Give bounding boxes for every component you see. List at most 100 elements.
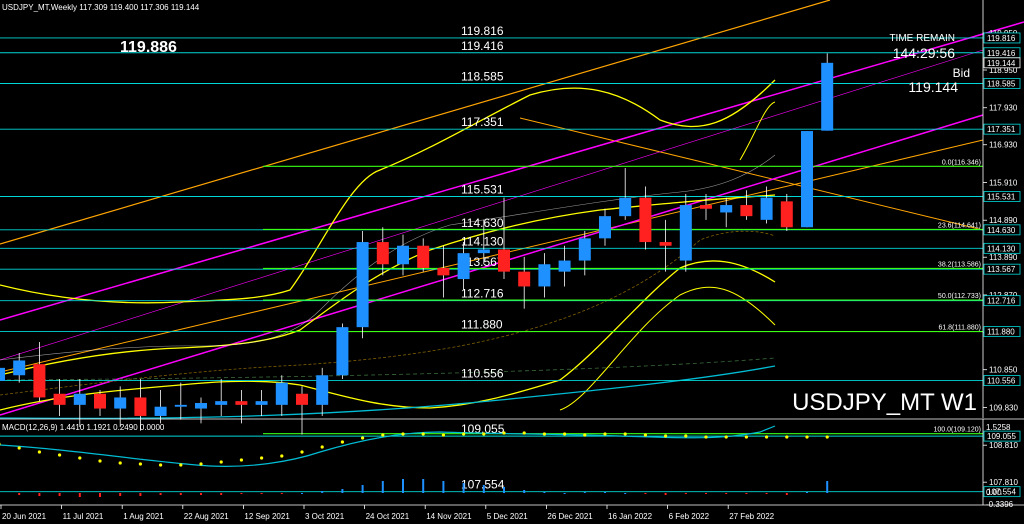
bear-candle (498, 249, 510, 272)
usdjpy-weekly-chart[interactable]: 119.816119.416118.585117.351115.531114.6… (0, 0, 1024, 524)
macd-hist-bar (806, 492, 808, 493)
date-label: 12 Sep 2021 (244, 512, 290, 521)
price-box-label: 117.351 (987, 125, 1016, 134)
price-tick-label: 110.850 (989, 366, 1018, 375)
macd-hist-bar (179, 493, 182, 495)
level-label: 110.556 (461, 367, 504, 381)
bull-candle (0, 367, 5, 381)
bid-value: 119.144 (908, 79, 958, 95)
chart-background (0, 0, 1024, 524)
date-label: 24 Oct 2021 (366, 512, 410, 521)
bull-candle (679, 205, 692, 261)
bull-candle (801, 131, 813, 228)
bull-candle (114, 397, 127, 409)
date-label: 14 Nov 2021 (426, 512, 472, 521)
macd-axis-bottom: -0.3396 (986, 500, 1014, 509)
macd-signal-dot (462, 432, 466, 436)
macd-hist-bar (644, 493, 647, 494)
bull-candle (558, 260, 571, 272)
price-box-label: 119.144 (987, 59, 1016, 68)
macd-signal-dot (522, 431, 526, 435)
macd-hist-bar (119, 493, 122, 496)
price-box-label: 115.531 (987, 193, 1016, 202)
bull-candle (760, 197, 773, 220)
macd-signal-dot (684, 434, 688, 438)
price-tick-label: 113.890 (989, 253, 1018, 262)
bear-candle (639, 197, 652, 243)
macd-hist-bar (785, 493, 788, 495)
bull-candle (215, 401, 228, 405)
macd-hist-bar (240, 493, 243, 494)
macd-hist-bar (200, 493, 202, 495)
macd-signal-dot (502, 431, 506, 435)
macd-hist-bar (341, 489, 344, 493)
bear-candle (700, 205, 712, 209)
macd-hist-bar (18, 493, 21, 495)
bull-candle (13, 360, 26, 376)
macd-hist-bar (301, 493, 303, 494)
bull-candle (154, 406, 167, 416)
macd-signal-dot (98, 459, 102, 463)
macd-signal-dot (805, 435, 809, 439)
macd-hist-bar (664, 493, 667, 495)
bear-candle (296, 393, 308, 405)
price-tick-label: 117.930 (989, 104, 1018, 113)
price-box-label: 114.130 (987, 244, 1016, 253)
macd-hist-bar (361, 485, 364, 493)
bear-candle (437, 267, 450, 276)
macd-signal-dot (340, 440, 344, 444)
price-box-label: 118.585 (987, 80, 1016, 89)
macd-signal-dot (825, 435, 829, 439)
macd-signal-dot (78, 456, 82, 460)
big-price: 119.886 (120, 39, 177, 56)
macd-signal-dot (219, 460, 223, 464)
time-remain-label: TIME REMAIN (889, 33, 955, 44)
macd-hist-bar (503, 487, 505, 493)
level-label: 112.716 (461, 287, 504, 301)
price-box-label: 119.816 (987, 34, 1016, 43)
macd-signal-dot (563, 432, 567, 436)
level-label: 111.880 (461, 318, 503, 332)
bear-candle (417, 245, 430, 268)
macd-hist-bar (745, 493, 748, 494)
macd-hist-bar (604, 492, 606, 493)
bull-candle (720, 205, 733, 213)
macd-signal-dot (361, 436, 365, 440)
macd-hist-bar (442, 481, 445, 493)
macd-signal-dot (17, 446, 21, 450)
macd-signal-dot (37, 450, 42, 454)
bear-candle (53, 393, 66, 405)
bull-candle (619, 197, 632, 217)
date-label: 27 Feb 2022 (729, 512, 774, 521)
bull-candle (397, 245, 409, 265)
fib-label: 23.6(114.641) (938, 222, 981, 229)
macd-hist-bar (684, 493, 687, 494)
date-label: 11 Jul 2021 (63, 512, 104, 521)
price-tick-label: 108.810 (989, 441, 1018, 450)
macd-signal-dot (583, 433, 587, 437)
level-label: 118.585 (461, 70, 504, 84)
bull-candle (316, 375, 329, 405)
bear-candle (659, 242, 672, 246)
time-remain-value: 144:29:56 (893, 45, 955, 61)
macd-signal-dot (118, 461, 122, 465)
bull-candle (255, 401, 268, 405)
symbol-watermark: USDJPY_MT W1 (792, 389, 977, 416)
bear-candle (33, 364, 46, 398)
macd-hist-bar (402, 479, 404, 493)
macd-signal-dot (724, 435, 728, 439)
macd-signal-dot (421, 432, 425, 436)
level-label: 119.416 (461, 39, 504, 53)
symbol-info: USDJPY_MT,Weekly 117.309 119.400 117.306… (2, 3, 200, 12)
macd-signal-dot (199, 462, 203, 466)
price-tick-label: 114.890 (989, 216, 1018, 225)
macd-signal-dot (159, 463, 163, 467)
macd-hist-bar (58, 493, 61, 496)
macd-hist-bar (381, 481, 384, 493)
macd-signal-dot (300, 450, 304, 454)
macd-signal-dot (441, 433, 445, 437)
price-box-label: 110.556 (987, 377, 1016, 386)
price-box-label: 113.567 (987, 265, 1016, 274)
bear-candle (780, 201, 793, 228)
level-label: 115.531 (461, 183, 504, 197)
